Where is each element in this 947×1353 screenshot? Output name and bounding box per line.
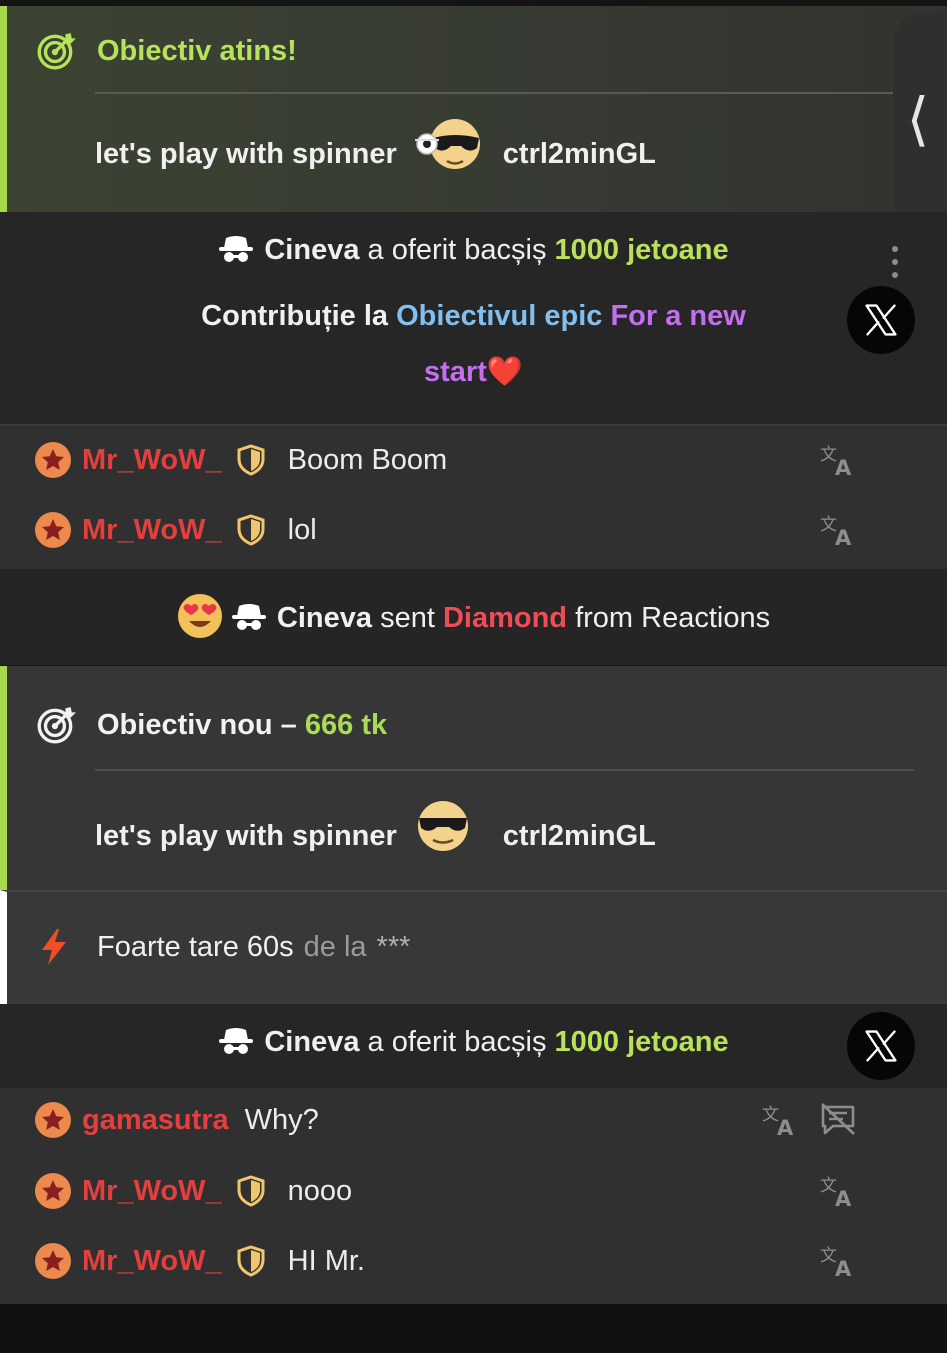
star-badge-icon	[34, 511, 72, 549]
more-options-icon[interactable]	[892, 246, 900, 278]
new-goal-header: Obiectiv nou – 666 tk	[35, 704, 387, 746]
star-badge-icon	[34, 1101, 72, 1139]
gift-notification: Cineva sent Diamond from Reactions	[0, 569, 947, 665]
goal-achieved-card: Obiectiv atins! let's play with spinner …	[0, 6, 947, 212]
contribution-line: Contribuție la Obiectivul epic For a new	[0, 300, 947, 333]
share-x-button[interactable]	[847, 286, 915, 354]
chat-message[interactable]: Mr_WoW_ Boom Boom	[34, 430, 947, 490]
gift-sender: Cineva	[276, 602, 372, 634]
tip-notification: Cineva a oferit bacșiș 1000 jetoane Cont…	[0, 212, 947, 424]
epic-goal-name: For a new	[610, 300, 746, 332]
boost-line: Foarte tare 60s de la ***	[39, 928, 410, 966]
chat-feed[interactable]: Obiectiv atins! let's play with spinner …	[0, 0, 947, 1353]
goal-username[interactable]: ctrl2minGL	[503, 138, 656, 171]
contribution-prefix: Contribuție la	[201, 300, 389, 332]
chat-text: Boom Boom	[287, 443, 448, 476]
chat-messages: Mr_WoW_ Boom Boom Mr_WoW_ lol	[0, 424, 947, 569]
tip-notification: Cineva a oferit bacșiș 1000 jetoane	[0, 1004, 947, 1088]
star-badge-icon	[34, 1172, 72, 1210]
target-icon	[35, 30, 77, 72]
chevron-left-icon: ⟨	[906, 85, 930, 153]
gift-verb: sent	[380, 602, 435, 634]
sunglasses-emoji-icon	[411, 798, 487, 858]
x-logo-icon	[863, 1028, 899, 1064]
boost-notification: Foarte tare 60s de la ***	[0, 890, 947, 1004]
new-goal-amount: 666 tk	[304, 708, 388, 741]
goal-achieved-row: let's play with spinner ctrl2minGL	[95, 119, 656, 184]
tip-action: a oferit bacșiș	[367, 1026, 547, 1058]
translate-icon[interactable]	[820, 443, 856, 477]
contribution-line-2: start❤️	[0, 355, 947, 389]
star-badge-icon	[34, 441, 72, 479]
shield-badge-icon	[236, 1245, 266, 1277]
chat-username[interactable]: Mr_WoW_	[82, 1175, 222, 1208]
translate-icon[interactable]	[762, 1103, 798, 1137]
goal-achieved-title: Obiectiv atins!	[97, 34, 297, 67]
chat-message[interactable]: Mr_WoW_ HI Mr.	[34, 1231, 947, 1291]
divider	[95, 769, 914, 771]
tip-line: Cineva a oferit bacșiș 1000 jetoane	[0, 1026, 947, 1059]
tip-action: a oferit bacșiș	[367, 234, 547, 266]
heart-eyes-emoji-icon	[177, 594, 222, 638]
shield-badge-icon	[236, 1175, 266, 1207]
chat-message[interactable]: Mr_WoW_ nooo	[34, 1161, 947, 1221]
epic-goal-name-end: start	[424, 356, 487, 388]
boost-text: Foarte tare 60s	[97, 930, 294, 963]
goal-item-text: let's play with spinner	[95, 137, 397, 170]
chat-username[interactable]: gamasutra	[82, 1104, 229, 1137]
goal-item-text: let's play with spinner	[95, 819, 397, 852]
spinner-emoji-icon	[411, 116, 487, 176]
lightning-icon	[42, 929, 66, 965]
chat-text: lol	[287, 513, 317, 546]
goal-username[interactable]: ctrl2minGL	[503, 820, 656, 853]
tip-amount: 1000 jetoane	[554, 234, 729, 266]
collapse-panel-tab[interactable]: ⟨	[893, 14, 947, 224]
epic-goal-label: Obiectivul epic	[396, 300, 603, 332]
heart-emoji-icon: ❤️	[486, 356, 523, 388]
chat-username[interactable]: Mr_WoW_	[82, 444, 222, 477]
gift-name: Diamond	[442, 602, 568, 634]
translate-icon[interactable]	[820, 1244, 856, 1278]
anonymous-hat-icon	[231, 602, 267, 632]
new-goal-card: Obiectiv nou – 666 tk let's play with sp…	[0, 666, 947, 890]
goal-achieved-header: Obiectiv atins!	[35, 30, 297, 72]
chat-text: Why?	[244, 1103, 319, 1136]
x-logo-icon	[863, 302, 899, 338]
chat-message[interactable]: Mr_WoW_ lol	[34, 500, 947, 560]
shield-badge-icon	[236, 444, 266, 476]
tip-amount: 1000 jetoane	[554, 1026, 729, 1058]
chat-text: nooo	[287, 1174, 353, 1207]
hide-message-icon[interactable]	[819, 1102, 857, 1136]
tip-sender: Cineva	[264, 234, 360, 266]
gift-line: Cineva sent Diamond from Reactions	[0, 593, 947, 639]
chat-username[interactable]: Mr_WoW_	[82, 1245, 222, 1278]
chat-username[interactable]: Mr_WoW_	[82, 514, 222, 547]
gift-source: from Reactions	[575, 602, 771, 634]
new-goal-title: Obiectiv nou – 666 tk	[97, 708, 388, 741]
anonymous-hat-icon	[218, 1026, 254, 1056]
tip-line: Cineva a oferit bacșiș 1000 jetoane	[0, 234, 947, 267]
translate-icon[interactable]	[820, 1174, 856, 1208]
tip-sender: Cineva	[264, 1026, 360, 1058]
divider	[95, 92, 893, 94]
target-icon	[35, 704, 77, 746]
chat-message[interactable]: gamasutra Why?	[34, 1090, 947, 1150]
boost-who: ***	[376, 930, 411, 963]
shield-badge-icon	[236, 514, 266, 546]
star-badge-icon	[34, 1242, 72, 1280]
bottom-bar	[0, 1304, 947, 1353]
share-x-button[interactable]	[847, 1012, 915, 1080]
chat-text: HI Mr.	[287, 1244, 365, 1277]
boost-by: de la	[303, 930, 367, 963]
new-goal-row: let's play with spinner ctrl2minGL	[95, 801, 656, 866]
anonymous-hat-icon	[218, 234, 254, 264]
translate-icon[interactable]	[820, 513, 856, 547]
chat-messages: gamasutra Why? Mr_WoW_ nooo Mr_WoW_ HI M…	[0, 1088, 947, 1304]
